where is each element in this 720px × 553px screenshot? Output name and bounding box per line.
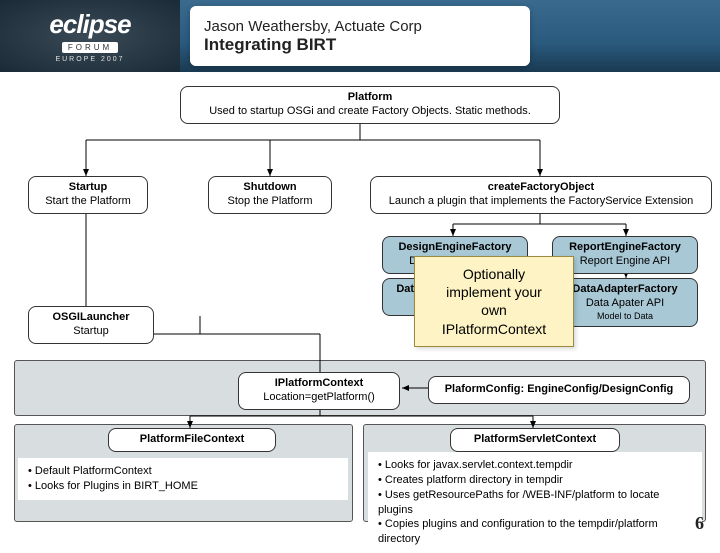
createfactory-desc: Launch a plugin that implements the Fact…	[377, 195, 705, 209]
slide-header: eclipse FORUM EUROPE 2007 Jason Weathers…	[0, 0, 720, 72]
filecontext-b1: • Looks for Plugins in BIRT_HOME	[28, 479, 338, 494]
dataadapter-note: Model to Data	[559, 311, 691, 322]
title-card: Jason Weathersby, Actuate Corp Integrati…	[190, 6, 530, 66]
diagram-area: Platform Used to startup OSGi and create…	[0, 78, 720, 540]
dataadapter-desc: Data Apater API	[559, 297, 691, 311]
osgilauncher-desc: Startup	[35, 325, 147, 339]
logo-text-main: eclipse	[49, 9, 130, 40]
eclipse-logo: eclipse FORUM EUROPE 2007	[0, 0, 180, 72]
platform-box: Platform Used to startup OSGi and create…	[180, 86, 560, 124]
logo-text-sub: FORUM	[62, 42, 118, 53]
startup-desc: Start the Platform	[35, 195, 141, 209]
servletcontext-b2: • Uses getResourcePaths for /WEB-INF/pla…	[378, 488, 692, 518]
tip-l1: Optionally	[425, 265, 563, 283]
tip-l4: IPlatformContext	[425, 320, 563, 338]
speaker-name: Jason Weathersby, Actuate Corp	[204, 18, 516, 35]
shutdown-desc: Stop the Platform	[215, 195, 325, 209]
reportengine-desc: Report Engine API	[559, 255, 691, 269]
slide-title: Integrating BIRT	[204, 35, 516, 55]
logo-text-tag: EUROPE 2007	[55, 56, 124, 63]
filecontext-title: PlatformFileContext	[140, 433, 245, 445]
shutdown-title: Shutdown	[215, 181, 325, 195]
page-number: 6	[695, 513, 704, 534]
designengine-title: DesignEngineFactory	[389, 241, 521, 255]
tip-l3: own	[425, 301, 563, 319]
osgilauncher-box: OSGILauncher Startup	[28, 306, 154, 344]
dataadapter-title: DataAdapterFactory	[559, 283, 691, 297]
iplatformcontext-title: IPlatformContext	[245, 377, 393, 391]
startup-title: Startup	[35, 181, 141, 195]
platformconfig-text: PlaformConfig: EngineConfig/DesignConfig	[445, 383, 674, 395]
servletcontext-title: PlatformServletContext	[474, 433, 596, 445]
reportengine-title: ReportEngineFactory	[559, 241, 691, 255]
tip-callout: Optionally implement your own IPlatformC…	[414, 256, 574, 347]
shutdown-box: Shutdown Stop the Platform	[208, 176, 332, 214]
iplatformcontext-desc: Location=getPlatform()	[245, 391, 393, 405]
servletcontext-bullets: • Looks for javax.servlet.context.tempdi…	[368, 452, 702, 553]
createfactory-box: createFactoryObject Launch a plugin that…	[370, 176, 712, 214]
iplatformcontext-box: IPlatformContext Location=getPlatform()	[238, 372, 400, 410]
platformconfig-box: PlaformConfig: EngineConfig/DesignConfig	[428, 376, 690, 404]
tip-l2: implement your	[425, 283, 563, 301]
servletcontext-b0: • Looks for javax.servlet.context.tempdi…	[378, 458, 692, 473]
osgilauncher-title: OSGILauncher	[35, 311, 147, 325]
platform-desc: Used to startup OSGi and create Factory …	[187, 105, 553, 119]
platform-title: Platform	[187, 91, 553, 105]
servletcontext-header: PlatformServletContext	[450, 428, 620, 452]
startup-box: Startup Start the Platform	[28, 176, 148, 214]
filecontext-bullets: • Default PlatformContext • Looks for Pl…	[18, 458, 348, 500]
filecontext-header: PlatformFileContext	[108, 428, 276, 452]
filecontext-b0: • Default PlatformContext	[28, 464, 338, 479]
servletcontext-b3: • Copies plugins and configuration to th…	[378, 517, 692, 547]
createfactory-title: createFactoryObject	[377, 181, 705, 195]
servletcontext-b1: • Creates platform directory in tempdir	[378, 473, 692, 488]
